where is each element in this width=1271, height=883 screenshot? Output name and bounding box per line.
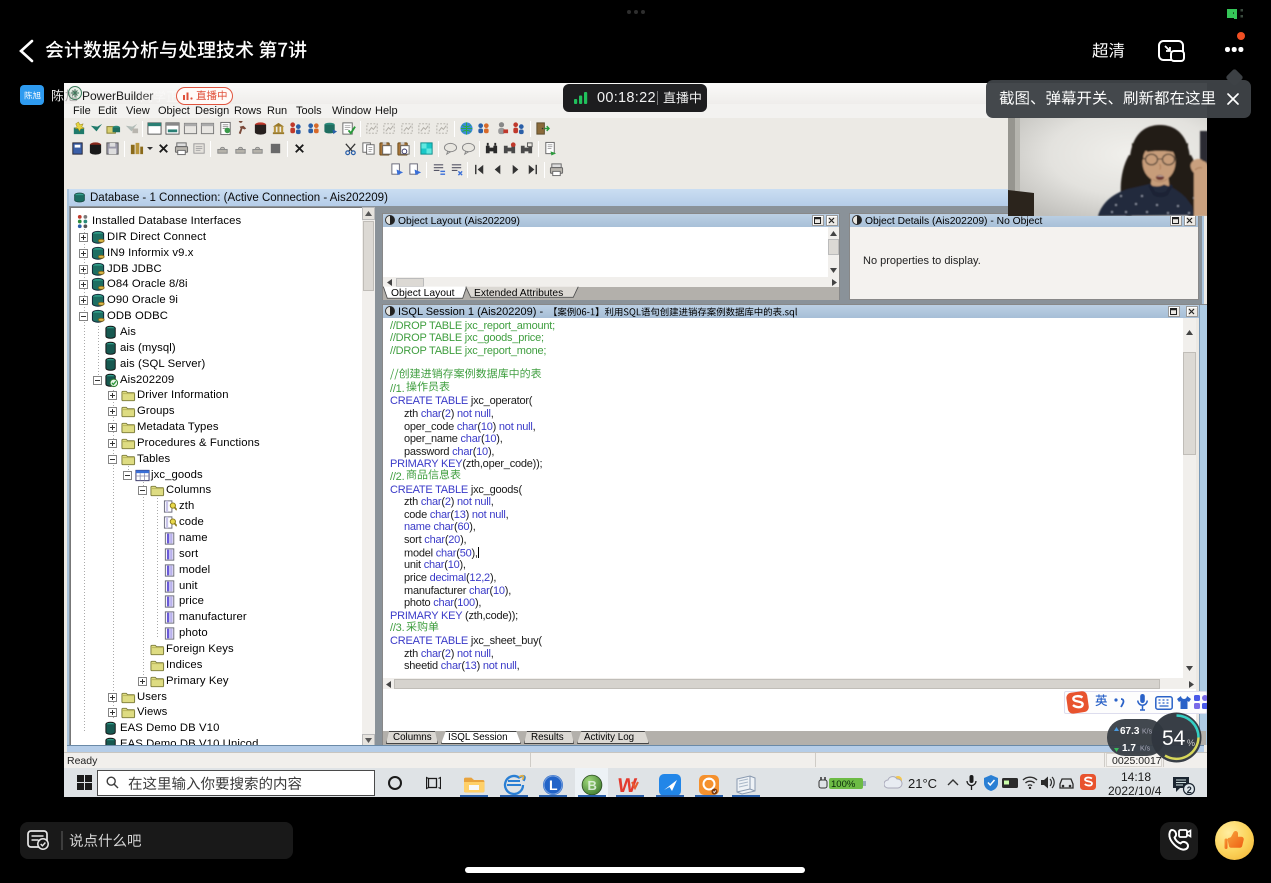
svg-text:K/s: K/s [1140,746,1151,753]
svg-text:54: 54 [1162,727,1186,750]
svg-text:67.3: 67.3 [1120,726,1140,737]
svg-text:100%: 100% [831,779,856,790]
svg-text:1.7: 1.7 [1122,743,1136,753]
svg-text:B: B [588,778,597,793]
svg-text:L: L [549,777,558,793]
svg-text:2: 2 [1187,785,1192,795]
svg-text:%: % [1187,738,1195,748]
